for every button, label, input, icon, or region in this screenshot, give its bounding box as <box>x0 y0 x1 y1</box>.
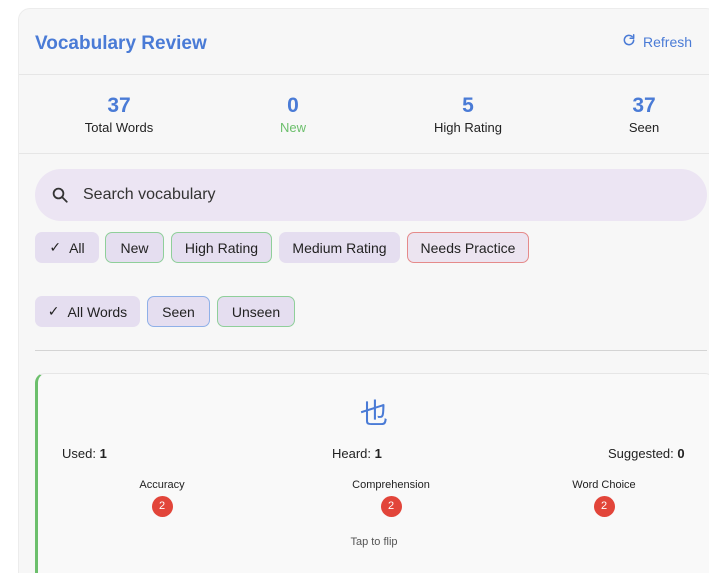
vocab-card[interactable]: 也 Used: 1 Heard: 1 Suggested: 0 Accuracy… <box>35 373 709 573</box>
rating-comprehension: Comprehension 2 <box>321 479 461 517</box>
rating-word-choice: Word Choice 2 <box>534 479 674 517</box>
stat-new: 0 New <box>213 94 373 136</box>
search-input[interactable] <box>83 183 643 207</box>
rating-badge: 2 <box>593 496 615 517</box>
stat-label: Total Words <box>84 120 154 135</box>
used-value: 1 <box>99 446 107 461</box>
rating-label: Comprehension <box>352 479 430 491</box>
tap-to-flip-hint: Tap to flip <box>350 536 398 548</box>
chip-label: High Rating <box>184 239 259 256</box>
stat-seen: 37 Seen <box>564 94 709 136</box>
suggested-count: Suggested: 0 <box>608 446 685 461</box>
check-icon: ✓ <box>47 303 60 319</box>
vocab-character: 也 <box>359 397 388 430</box>
heard-value: 1 <box>374 446 382 461</box>
check-icon: ✓ <box>49 239 62 255</box>
filter-chip-seen[interactable]: Seen <box>147 296 210 327</box>
stat-label: New <box>279 120 306 135</box>
stat-value: 37 <box>632 94 656 117</box>
chip-label: New <box>120 239 149 256</box>
refresh-label: Refresh <box>643 33 693 50</box>
stat-value: 0 <box>287 94 299 117</box>
heard-label: Heard: <box>332 446 372 461</box>
stat-value: 37 <box>107 94 131 117</box>
rating-accuracy: Accuracy 2 <box>92 479 232 517</box>
page-title: Vocabulary Review <box>35 33 207 54</box>
rating-label: Accuracy <box>139 479 185 491</box>
filter-chip-new[interactable]: New <box>105 232 164 263</box>
filter-chip-medium-rating[interactable]: Medium Rating <box>279 232 400 263</box>
used-label: Used: <box>62 446 96 461</box>
stat-total-words: 37 Total Words <box>39 94 199 136</box>
chip-label: Needs Practice <box>420 239 516 256</box>
filter-chip-unseen[interactable]: Unseen <box>217 296 295 327</box>
rating-badge: 2 <box>151 496 173 517</box>
rating-badge: 2 <box>380 496 402 517</box>
suggested-value: 0 <box>677 446 685 461</box>
chip-label: Unseen <box>231 303 281 320</box>
filter-chip-high-rating[interactable]: High Rating <box>171 232 272 263</box>
divider <box>35 350 707 351</box>
stats-bar: 37 Total Words 0 New 5 High Rating 37 Se… <box>19 75 709 154</box>
rating-label: Word Choice <box>572 479 636 491</box>
stat-label: High Rating <box>434 120 502 135</box>
vocabulary-review-panel: Vocabulary Review Refresh 37 Total Words… <box>18 8 709 573</box>
chip-label: All <box>69 239 85 256</box>
suggested-label: Suggested: <box>608 446 674 461</box>
chip-label: All Words <box>67 303 128 320</box>
refresh-button[interactable]: Refresh <box>622 33 692 50</box>
stat-high-rating: 5 High Rating <box>388 94 548 136</box>
chip-label: Medium Rating <box>292 239 387 256</box>
filter-chip-all[interactable]: ✓ All <box>35 232 99 263</box>
heard-count: Heard: 1 <box>332 446 382 461</box>
stat-value: 5 <box>462 94 474 117</box>
search-bar[interactable] <box>35 169 707 221</box>
stat-label: Seen <box>628 120 660 135</box>
header: Vocabulary Review Refresh <box>19 9 709 75</box>
refresh-icon <box>622 33 636 50</box>
chip-label: Seen <box>162 303 195 320</box>
filter-chip-needs-practice[interactable]: Needs Practice <box>407 232 529 263</box>
filter-chip-all-words[interactable]: ✓ All Words <box>35 296 140 327</box>
used-count: Used: 1 <box>62 446 107 461</box>
